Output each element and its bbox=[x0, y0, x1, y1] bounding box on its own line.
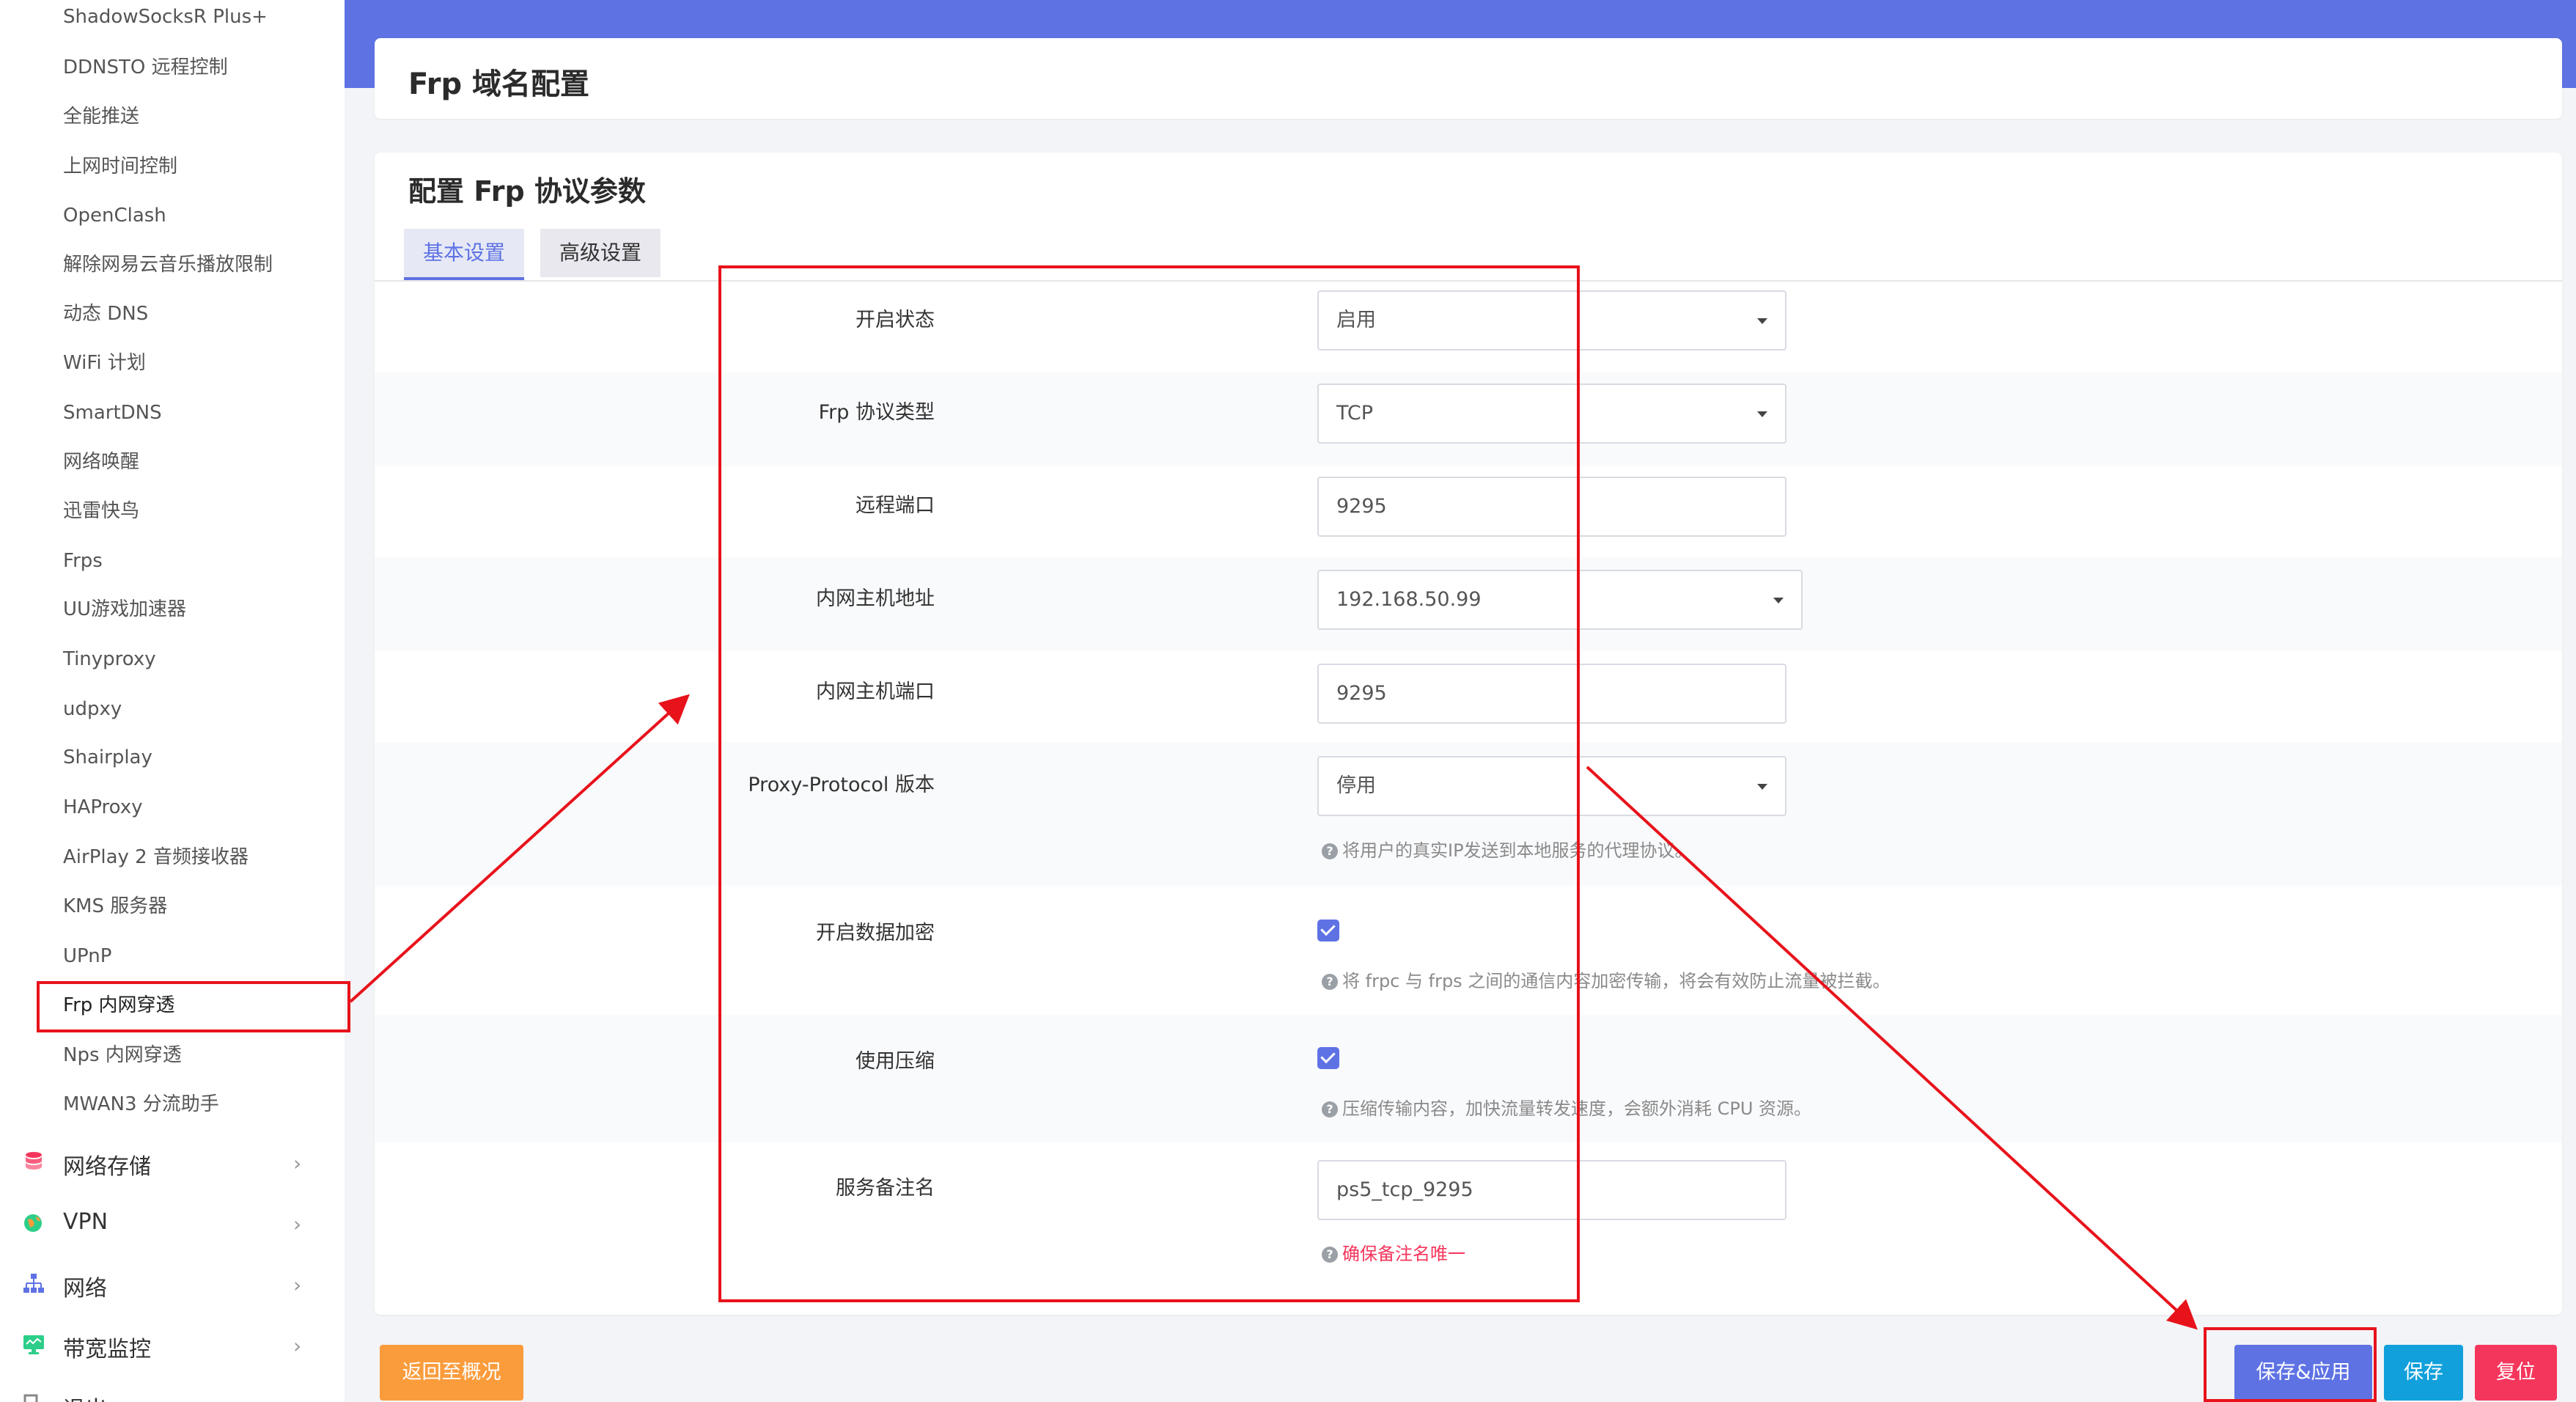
proxy-protocol-value: 停用 bbox=[1336, 774, 1376, 797]
tab-advanced-settings[interactable]: 高级设置 bbox=[540, 229, 660, 277]
sidebar-item-time-control[interactable]: 上网时间控制 bbox=[63, 154, 177, 179]
remark-input[interactable]: ps5_tcp_9295 bbox=[1317, 1160, 1786, 1220]
help-icon: ? bbox=[1322, 1247, 1338, 1263]
sidebar-group-vpn[interactable]: VPN › bbox=[0, 1200, 345, 1244]
sidebar-group-label: 网络 bbox=[63, 1276, 107, 1302]
sidebar: ShadowSocksR Plus+ DDNSTO 远程控制 全能推送 上网时间… bbox=[0, 0, 345, 1402]
local-ip-combobox[interactable]: 192.168.50.99 bbox=[1317, 570, 1803, 630]
proxy-protocol-select[interactable]: 停用 bbox=[1317, 756, 1786, 816]
monitor-icon bbox=[23, 1335, 44, 1354]
remote-port-input[interactable]: 9295 bbox=[1317, 477, 1786, 537]
protocol-select[interactable]: TCP bbox=[1317, 383, 1786, 444]
storage-icon bbox=[26, 1152, 42, 1170]
remote-port-value: 9295 bbox=[1336, 495, 1387, 518]
help-icon: ? bbox=[1322, 974, 1338, 990]
logout-icon bbox=[23, 1394, 38, 1402]
sidebar-item-unblock-music[interactable]: 解除网易云音乐播放限制 bbox=[63, 252, 273, 277]
help-icon: ? bbox=[1322, 843, 1338, 859]
save-button[interactable]: 保存 bbox=[2384, 1345, 2463, 1401]
local-port-label: 内网主机端口 bbox=[816, 680, 935, 703]
chevron-right-icon: › bbox=[293, 1212, 302, 1236]
chevron-right-icon: › bbox=[293, 1151, 302, 1175]
tab-divider bbox=[375, 280, 2562, 282]
encryption-checkbox[interactable] bbox=[1317, 920, 1339, 942]
network-icon bbox=[23, 1274, 44, 1293]
proxy-protocol-hint: ? 将用户的真实IP发送到本地服务的代理协议。 bbox=[1322, 836, 1693, 862]
sidebar-group-network[interactable]: 网络 › bbox=[0, 1261, 345, 1305]
compression-label: 使用压缩 bbox=[855, 1050, 935, 1073]
back-to-overview-button[interactable]: 返回至概况 bbox=[380, 1345, 523, 1401]
enable-select-value: 启用 bbox=[1336, 309, 1376, 331]
sidebar-group-storage[interactable]: 网络存储 › bbox=[0, 1139, 345, 1183]
local-ip-label: 内网主机地址 bbox=[816, 587, 935, 610]
sidebar-item-shadowsocksr[interactable]: ShadowSocksR Plus+ bbox=[63, 4, 268, 29]
compression-hint: ? 压缩传输内容，加快流量转发速度，会额外消耗 CPU 资源。 bbox=[1322, 1094, 1811, 1120]
sidebar-item-push[interactable]: 全能推送 bbox=[63, 104, 139, 129]
protocol-label: Frp 协议类型 bbox=[818, 401, 935, 424]
remark-hint-text: 确保备注名唯一 bbox=[1342, 1244, 1465, 1264]
section-heading: 配置 Frp 协议参数 bbox=[408, 175, 646, 208]
sidebar-group-label: VPN bbox=[63, 1209, 108, 1235]
sidebar-item-ddns[interactable]: 动态 DNS bbox=[63, 301, 148, 326]
sidebar-item-airplay2[interactable]: AirPlay 2 音频接收器 bbox=[63, 845, 249, 870]
sidebar-item-frp[interactable]: Frp 内网穿透 bbox=[63, 993, 175, 1018]
sidebar-item-upnp[interactable]: UPnP bbox=[63, 944, 111, 969]
encryption-label: 开启数据加密 bbox=[816, 922, 935, 944]
sidebar-item-openclash[interactable]: OpenClash bbox=[63, 203, 166, 228]
sidebar-item-udpxy[interactable]: udpxy bbox=[63, 697, 122, 722]
sidebar-item-mwan3[interactable]: MWAN3 分流助手 bbox=[63, 1092, 219, 1117]
compression-checkbox[interactable] bbox=[1317, 1047, 1339, 1069]
sidebar-group-label: 网络存储 bbox=[63, 1154, 151, 1180]
sidebar-item-wifi-schedule[interactable]: WiFi 计划 bbox=[63, 350, 146, 375]
reset-button[interactable]: 复位 bbox=[2475, 1345, 2557, 1401]
caret-down-icon bbox=[1757, 411, 1767, 417]
remote-port-label: 远程端口 bbox=[855, 494, 935, 517]
chevron-right-icon: › bbox=[293, 1273, 302, 1297]
local-ip-value: 192.168.50.99 bbox=[1336, 588, 1482, 611]
protocol-select-value: TCP bbox=[1336, 402, 1374, 425]
save-apply-button[interactable]: 保存&应用 bbox=[2234, 1345, 2372, 1401]
caret-down-icon bbox=[1773, 598, 1784, 603]
sidebar-item-wol[interactable]: 网络唤醒 bbox=[63, 449, 139, 474]
proxy-protocol-hint-text: 将用户的真实IP发送到本地服务的代理协议。 bbox=[1342, 840, 1693, 861]
sidebar-item-haproxy[interactable]: HAProxy bbox=[63, 795, 143, 820]
compression-hint-text: 压缩传输内容，加快流量转发速度，会额外消耗 CPU 资源。 bbox=[1342, 1098, 1812, 1119]
remark-label: 服务备注名 bbox=[836, 1177, 935, 1200]
local-port-input[interactable]: 9295 bbox=[1317, 664, 1786, 724]
sidebar-item-tinyproxy[interactable]: Tinyproxy bbox=[63, 647, 156, 672]
chevron-right-icon: › bbox=[293, 1334, 302, 1358]
sidebar-group-label: 退出 bbox=[63, 1391, 107, 1402]
encryption-hint: ? 将 frpc 与 frps 之间的通信内容加密传输，将会有效防止流量被拦截。 bbox=[1322, 966, 1890, 992]
remark-value: ps5_tcp_9295 bbox=[1336, 1178, 1473, 1201]
sidebar-item-uu[interactable]: UU游戏加速器 bbox=[63, 597, 186, 622]
sidebar-item-xunlei[interactable]: 迅雷快鸟 bbox=[63, 499, 139, 524]
row-background bbox=[375, 1015, 2562, 1142]
sidebar-item-ddnsto[interactable]: DDNSTO 远程控制 bbox=[63, 55, 228, 80]
sidebar-item-frps[interactable]: Frps bbox=[63, 548, 103, 573]
sidebar-group-label: 带宽监控 bbox=[63, 1337, 151, 1362]
sidebar-item-kms[interactable]: KMS 服务器 bbox=[63, 894, 167, 919]
sidebar-group-bandwidth[interactable]: 带宽监控 › bbox=[0, 1322, 345, 1366]
sidebar-item-nps[interactable]: Nps 内网穿透 bbox=[63, 1043, 182, 1068]
tab-basic-settings[interactable]: 基本设置 bbox=[404, 229, 524, 282]
globe-icon bbox=[24, 1214, 42, 1232]
page-title: Frp 域名配置 bbox=[408, 67, 590, 101]
config-card: 配置 Frp 协议参数 基本设置 高级设置 开启状态 启用 Frp 协议类型 T… bbox=[375, 153, 2562, 1315]
sidebar-item-smartdns[interactable]: SmartDNS bbox=[63, 400, 162, 425]
proxy-protocol-label: Proxy-Protocol 版本 bbox=[748, 774, 935, 796]
local-port-value: 9295 bbox=[1336, 682, 1387, 705]
enable-label: 开启状态 bbox=[855, 309, 935, 331]
title-card: Frp 域名配置 bbox=[375, 38, 2562, 119]
help-icon: ? bbox=[1322, 1101, 1338, 1117]
enable-select[interactable]: 启用 bbox=[1317, 290, 1786, 350]
sidebar-group-logout[interactable]: 退出 bbox=[0, 1382, 345, 1402]
encryption-hint-text: 将 frpc 与 frps 之间的通信内容加密传输，将会有效防止流量被拦截。 bbox=[1342, 971, 1891, 991]
remark-hint: ? 确保备注名唯一 bbox=[1322, 1239, 1465, 1265]
sidebar-item-shairplay[interactable]: Shairplay bbox=[63, 745, 152, 770]
caret-down-icon bbox=[1757, 784, 1767, 790]
caret-down-icon bbox=[1757, 318, 1767, 324]
